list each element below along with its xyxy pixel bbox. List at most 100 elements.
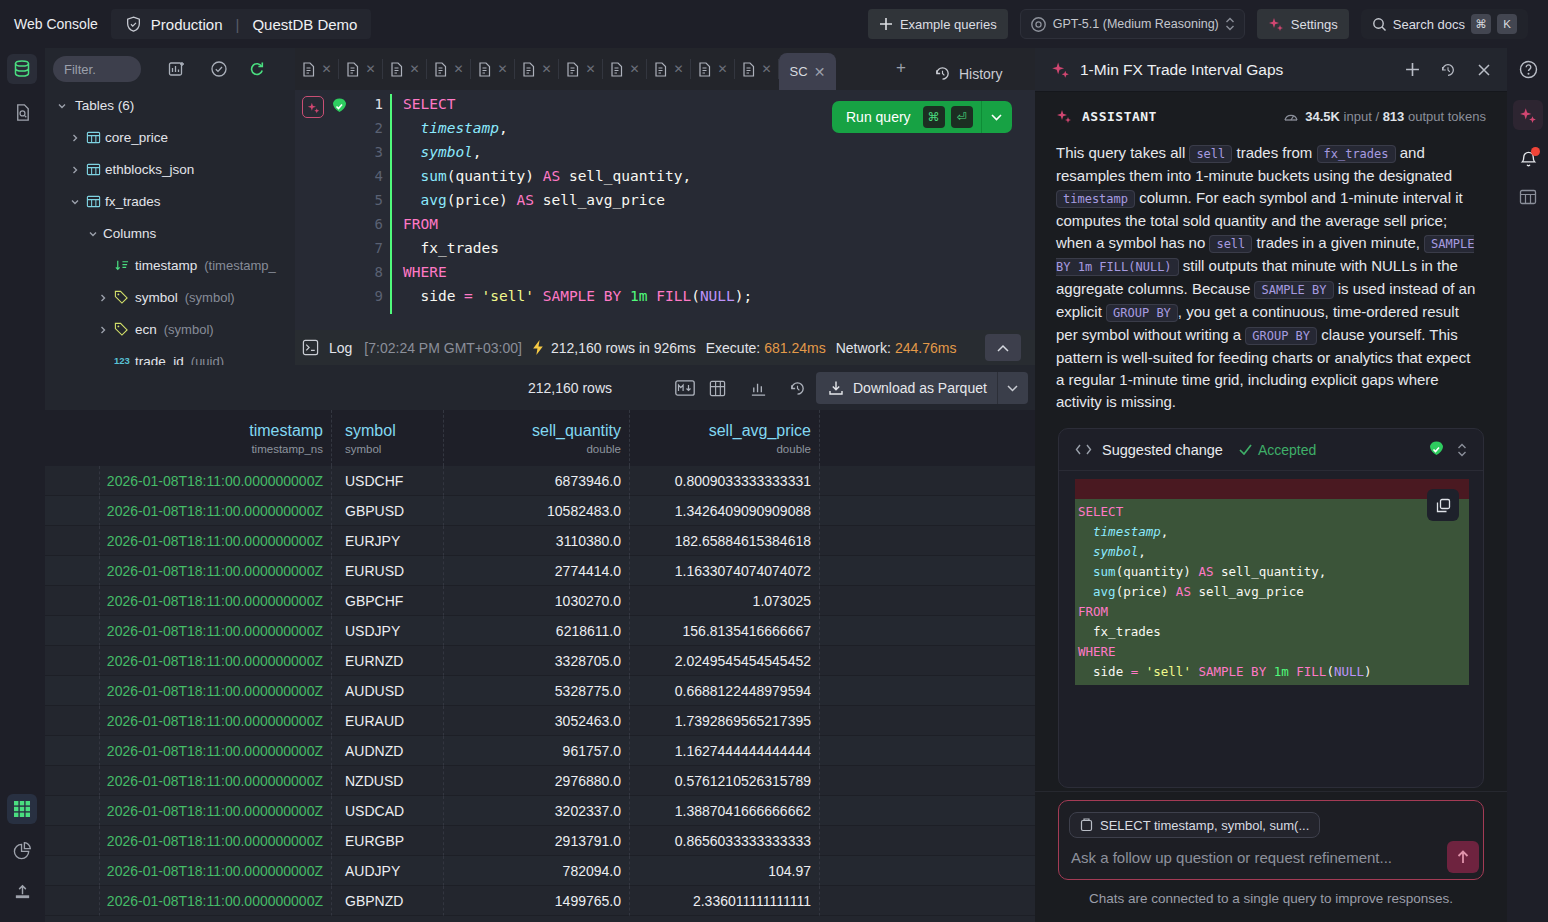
cell-sell-avg-price: 156.8135416666667 (630, 616, 820, 646)
example-queries-button[interactable]: Example queries (868, 9, 1008, 39)
close-tab-icon[interactable]: ✕ (321, 62, 331, 76)
markdown-button[interactable] (675, 378, 695, 398)
model-selector[interactable]: GPT-5.1 (Medium Reasoning) (1020, 9, 1245, 39)
table-row[interactable]: 2026-01-08T18:11:00.000000000ZUSDCHF6873… (45, 466, 1035, 496)
cell-symbol: EURJPY (332, 526, 444, 556)
column-trade-id[interactable]: 123trade_id(uuid) (45, 346, 295, 365)
assistant-message: This query takes all sell trades from fx… (1056, 142, 1477, 413)
sql-editor[interactable]: 123456789 SELECT timestamp, symbol, sum(… (295, 90, 1035, 330)
editor-tab[interactable]: ✕ (647, 48, 691, 90)
editor-tab[interactable]: ✕ (471, 48, 515, 90)
ai-assistant-button[interactable] (1513, 100, 1543, 130)
editor-tab[interactable]: ✕ (427, 48, 471, 90)
sql-code[interactable]: SELECT timestamp, symbol, sum(quantity) … (403, 92, 752, 308)
editor-tab[interactable]: ✕ (295, 48, 339, 90)
close-tab-icon[interactable]: ✕ (629, 62, 639, 76)
tables-root[interactable]: Tables (6) (45, 90, 295, 122)
copy-code-button[interactable] (1427, 489, 1459, 521)
table-row[interactable]: 2026-01-08T18:11:00.000000000ZAUDNZD9617… (45, 736, 1035, 766)
table-row[interactable]: 2026-01-08T18:11:00.000000000ZEURJPY3110… (45, 526, 1035, 556)
run-options-dropdown[interactable] (982, 114, 1012, 121)
editor-tab[interactable]: ✕ (339, 48, 383, 90)
chat-input-box[interactable]: SELECT timestamp, symbol, sum(... Ask a … (1058, 800, 1484, 880)
environment-badge[interactable]: Production | QuestDB Demo (111, 9, 372, 39)
query-log-nav-button[interactable] (7, 97, 37, 127)
close-tab-icon[interactable]: ✕ (497, 62, 507, 76)
new-chat-button[interactable] (1397, 55, 1427, 85)
history-button[interactable]: History (934, 65, 1003, 82)
table-row[interactable]: 2026-01-08T18:11:00.000000000ZNZDUSD2976… (45, 766, 1035, 796)
freeze-columns-button[interactable] (707, 378, 727, 398)
close-tab-icon[interactable]: ✕ (761, 62, 771, 76)
table-row[interactable]: 2026-01-08T18:11:00.000000000ZGBPCHF1030… (45, 586, 1035, 616)
column-ecn[interactable]: ecn(symbol) (45, 314, 295, 346)
send-button[interactable] (1447, 841, 1479, 873)
table-row[interactable]: 2026-01-08T18:11:00.000000000ZEURNZD3328… (45, 646, 1035, 676)
table-ethblocks-json[interactable]: ethblocks_json (45, 154, 295, 186)
collapse-log-button[interactable] (985, 334, 1021, 361)
close-tab-icon[interactable]: ✕ (453, 62, 463, 76)
result-grid-button[interactable] (1513, 182, 1543, 212)
import-button[interactable] (7, 876, 37, 906)
close-tab-icon[interactable]: ✕ (717, 62, 727, 76)
table-row[interactable]: 2026-01-08T18:11:00.000000000ZAUDJPY7820… (45, 856, 1035, 886)
add-chart-button[interactable] (167, 59, 187, 79)
validate-button[interactable] (209, 59, 229, 79)
columns-group[interactable]: Columns (45, 218, 295, 250)
table-row[interactable]: 2026-01-08T18:11:00.000000000ZEURAUD3052… (45, 706, 1035, 736)
tables-nav-button[interactable] (7, 54, 37, 84)
column-header-sell-avg-price[interactable]: sell_avg_price double (630, 410, 820, 466)
search-docs[interactable]: Search docs ⌘ K (1361, 9, 1528, 39)
table-core-price[interactable]: core_price (45, 122, 295, 154)
column-header-timestamp[interactable]: timestamp timestamp_ns (100, 410, 332, 466)
table-fx-trades[interactable]: fx_trades (45, 186, 295, 218)
chart-view-button[interactable] (7, 835, 37, 865)
chevron-right-icon (98, 325, 108, 335)
column-timestamp[interactable]: timestamp(timestamp_ (45, 250, 295, 282)
editor-tab[interactable]: ✕ (691, 48, 735, 90)
table-row[interactable]: 2026-01-08T18:11:00.000000000ZEURUSD2774… (45, 556, 1035, 586)
cell-sell-avg-price: 1.3887041666666662 (630, 796, 820, 826)
paste-icon (1080, 818, 1093, 832)
chart-button[interactable] (748, 378, 768, 398)
editor-tab[interactable]: ✕ (515, 48, 559, 90)
refresh-tables-button[interactable] (247, 59, 267, 79)
filter-input[interactable]: Filter. (53, 56, 141, 82)
close-tab-icon[interactable]: ✕ (409, 62, 419, 76)
close-tab-icon[interactable]: ✕ (673, 62, 683, 76)
expand-icon[interactable] (1457, 442, 1467, 458)
table-row[interactable]: 2026-01-08T18:11:00.000000000ZEURGBP2913… (45, 826, 1035, 856)
column-header-symbol[interactable]: symbol symbol (332, 410, 444, 466)
editor-tab[interactable]: ✕ (603, 48, 647, 90)
help-button[interactable] (1513, 54, 1543, 84)
table-row[interactable]: 2026-01-08T18:11:00.000000000ZAUDUSD5328… (45, 676, 1035, 706)
close-tab-icon[interactable]: ✕ (541, 62, 551, 76)
query-context-chip[interactable]: SELECT timestamp, symbol, sum(... (1069, 812, 1320, 838)
download-parquet-button[interactable]: Download as Parquet (816, 372, 1028, 404)
grid-view-button[interactable] (7, 794, 37, 824)
chevron-down-icon[interactable] (1007, 385, 1018, 392)
new-tab-button[interactable]: + (896, 58, 906, 78)
table-row[interactable]: 2026-01-08T18:11:00.000000000ZGBPNZD1499… (45, 886, 1035, 916)
notifications-button[interactable] (1513, 144, 1543, 174)
cell-symbol: USDJPY (332, 616, 444, 646)
table-row[interactable]: 2026-01-08T18:11:00.000000000ZUSDJPY6218… (45, 616, 1035, 646)
column-symbol[interactable]: symbol(symbol) (45, 282, 295, 314)
file-icon (698, 62, 711, 77)
editor-tab[interactable]: ✕ (559, 48, 603, 90)
column-header-sell-quantity[interactable]: sell_quantity double (444, 410, 630, 466)
cell-timestamp: 2026-01-08T18:11:00.000000000Z (100, 556, 332, 586)
close-chat-button[interactable] (1469, 55, 1499, 85)
active-tab[interactable]: SC✕ (779, 53, 836, 90)
settings-button[interactable]: Settings (1257, 9, 1349, 39)
rerun-button[interactable] (787, 378, 807, 398)
close-tab-icon[interactable]: ✕ (585, 62, 595, 76)
run-query-button[interactable]: Run query ⌘ ⏎ (832, 101, 1012, 133)
close-tab-icon[interactable]: ✕ (365, 62, 375, 76)
editor-tab[interactable]: ✕ (383, 48, 427, 90)
table-row[interactable]: 2026-01-08T18:11:00.000000000ZUSDCAD3202… (45, 796, 1035, 826)
chat-history-button[interactable] (1433, 55, 1463, 85)
editor-tab[interactable]: ✕ (735, 48, 779, 90)
table-row[interactable]: 2026-01-08T18:11:00.000000000ZGBPUSD1058… (45, 496, 1035, 526)
close-tab-icon[interactable]: ✕ (814, 64, 826, 80)
